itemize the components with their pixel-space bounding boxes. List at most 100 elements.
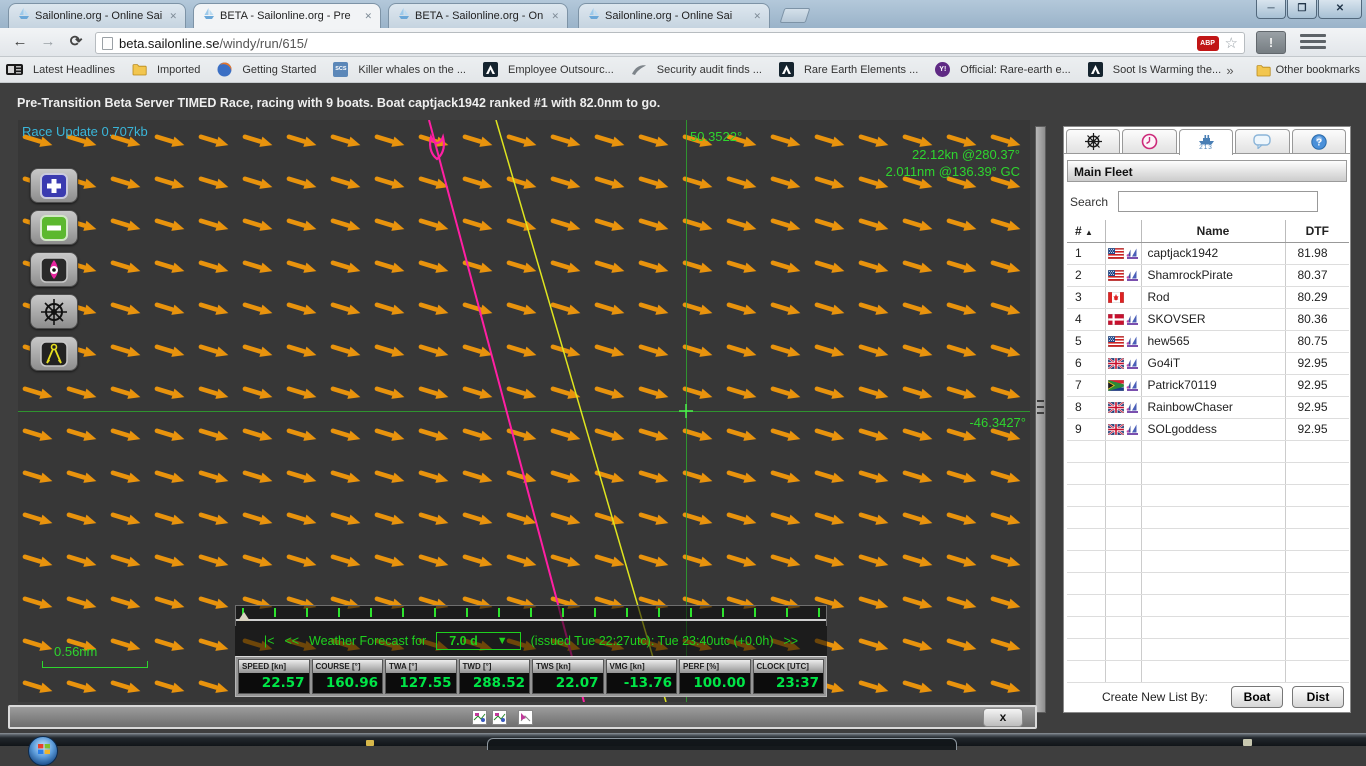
flag-column-header[interactable] [1105,220,1142,243]
search-input[interactable] [1118,191,1319,212]
tab-close-icon[interactable]: ✕ [167,11,179,22]
taskbar-app-button[interactable] [487,738,957,750]
fleet-rank: 5 [1067,330,1106,353]
fleet-empty-row [1067,550,1349,573]
fleet-boat-name[interactable]: SKOVSER [1141,308,1286,331]
zoom-in-button[interactable] [30,168,78,203]
fleet-row[interactable]: 1 captjack1942 81.98 [1067,242,1349,265]
bookmark-item[interactable]: Rare Earth Elements ... [778,62,919,77]
bookmark-item[interactable]: Y! Official: Rare-earth e... [935,62,1071,77]
sidebar-tab-help[interactable]: ? [1291,129,1347,153]
forecast-next-button[interactable]: >> [783,634,798,648]
tab-close-icon[interactable]: ✕ [362,11,374,22]
create-list-boat-button[interactable]: Boat [1231,686,1283,708]
taskbar-icon[interactable] [366,740,374,746]
fleet-row[interactable]: 6 Go4iT 92.95 [1067,352,1349,375]
steering-button[interactable] [30,294,78,329]
center-boat-button[interactable] [30,252,78,287]
sidebar-tab-helm-wheel[interactable] [1066,129,1121,153]
fleet-boat-name[interactable]: Patrick70119 [1141,374,1286,397]
back-icon[interactable]: ← [8,31,32,53]
extension-icon[interactable]: ! [1256,31,1286,54]
reload-icon[interactable]: ⟳ [64,31,88,53]
browser-menu-icon[interactable] [1300,34,1326,51]
bookmark-item[interactable]: SCS Killer whales on the ... [333,62,466,77]
tab-close-icon[interactable]: ✕ [549,11,561,22]
browser-tab[interactable]: Sailonline.org - Online Sai ✕ [8,3,186,28]
race-map[interactable]: Race Update 0.707kb 50.3522° 22.12kn @28… [18,120,1030,702]
fleet-boat-name[interactable]: Go4iT [1141,352,1286,375]
sailonline-page: Pre-Transition Beta Server TIMED Race, r… [0,83,1366,733]
forecast-time-slider[interactable] [235,605,827,626]
fleet-table-header: # ▲ Name DTF [1067,220,1349,243]
forecast-duration-select[interactable]: 7.0 d ▼ [436,632,521,650]
fleet-row[interactable]: 4 SKOVSER 80.36 [1067,308,1349,331]
sidebar-tab-clock[interactable] [1122,129,1177,153]
fleet-dtf: 92.95 [1285,374,1349,397]
sailboat-favicon [397,7,411,26]
new-tab-button[interactable] [779,8,811,23]
name-column-header[interactable]: Name [1141,220,1286,243]
bookmark-item[interactable]: Employee Outsourc... [483,62,614,77]
browser-tab[interactable]: BETA - Sailonline.org - On ✕ [388,3,568,28]
fleet-row[interactable]: 5 hew565 80.75 [1067,330,1349,353]
fleet-empty-row [1067,572,1349,595]
forecast-duration-value: 7.0 d [449,634,478,648]
close-button-icon[interactable]: ✕ [1318,0,1362,19]
forecast-prev-button[interactable]: << [284,634,299,648]
bookmark-item[interactable]: Security audit finds ... [631,63,762,76]
fleet-empty-row [1067,638,1349,661]
map-toolbar [30,168,78,378]
news-dark-icon [1087,62,1108,77]
bookmarks-bar: Latest Headlines Imported Getting Started S… [0,57,1366,83]
fleet-boat-name[interactable]: captjack1942 [1141,242,1286,265]
slider-tick [466,608,468,617]
zoom-out-button[interactable] [30,210,78,245]
bookmark-item[interactable]: Soot Is Warming the... [1087,62,1221,77]
create-list-dist-button[interactable]: Dist [1292,686,1344,708]
panel-splitter[interactable] [1035,126,1046,713]
fleet-dtf: 80.37 [1285,264,1349,287]
address-bar[interactable]: beta.sailonline.se/windy/run/615/ ABP ☆ [95,32,1245,54]
dtf-column-header[interactable]: DTF [1285,220,1349,243]
fleet-row[interactable]: 2 ShamrockPirate 80.37 [1067,264,1349,287]
sidebar-tab-chat-bubble[interactable] [1235,129,1290,153]
measure-button[interactable] [30,336,78,371]
footer-close-button[interactable]: x [983,708,1023,727]
slider-handle-icon[interactable] [238,612,250,621]
sidebar-tab-fleet-ship[interactable]: 213 [1178,129,1234,155]
bookmarks-overflow-icon[interactable]: » [1226,63,1233,78]
fleet-boat-name[interactable]: hew565 [1141,330,1286,353]
instrument-value: 160.96 [312,673,382,693]
other-bookmarks-button[interactable]: Other bookmarks [1256,64,1360,77]
fleet-boat-name[interactable]: ShamrockPirate [1141,264,1286,287]
minimize-button-icon[interactable]: ─ [1256,0,1286,19]
fleet-row[interactable]: 8 RainbowChaser 92.95 [1067,396,1349,419]
forward-icon[interactable]: → [36,31,60,53]
browser-tab[interactable]: Sailonline.org - Online Sai ✕ [578,3,770,28]
bookmark-item[interactable]: Imported [132,63,200,76]
fleet-row[interactable]: 3 Rod 80.29 [1067,286,1349,309]
bookmark-item[interactable]: Getting Started [217,62,316,77]
browser-tab[interactable]: BETA - Sailonline.org - Pre ✕ [193,3,381,28]
fleet-boat-name[interactable]: RainbowChaser [1141,396,1286,419]
sailboat-favicon [17,7,31,26]
bookmark-label: Rare Earth Elements ... [803,63,919,76]
fleet-flags [1105,374,1142,397]
bookmark-star-icon[interactable]: ☆ [1225,34,1238,52]
maximize-button-icon[interactable]: ❐ [1287,0,1317,19]
adblock-icon[interactable]: ABP [1196,35,1219,51]
browser-titlebar: Sailonline.org - Online Sai ✕ BETA - Sailo… [0,0,1366,28]
slider-tick [818,608,820,617]
url-text[interactable]: beta.sailonline.se/windy/run/615/ [119,36,1197,51]
tab-close-icon[interactable]: ✕ [751,11,763,22]
rank-column-header[interactable]: # ▲ [1067,220,1106,243]
fleet-row[interactable]: 7 Patrick70119 92.95 [1067,374,1349,397]
fleet-row[interactable]: 9 SOLgoddess 92.95 [1067,418,1349,441]
start-button-icon[interactable] [28,736,58,766]
fleet-boat-name[interactable]: Rod [1141,286,1286,309]
bookmark-item[interactable]: Latest Headlines [6,63,115,76]
tray-icon[interactable] [1243,739,1252,746]
fleet-boat-name[interactable]: SOLgoddess [1141,418,1286,441]
forecast-first-button[interactable]: |< [264,634,275,648]
